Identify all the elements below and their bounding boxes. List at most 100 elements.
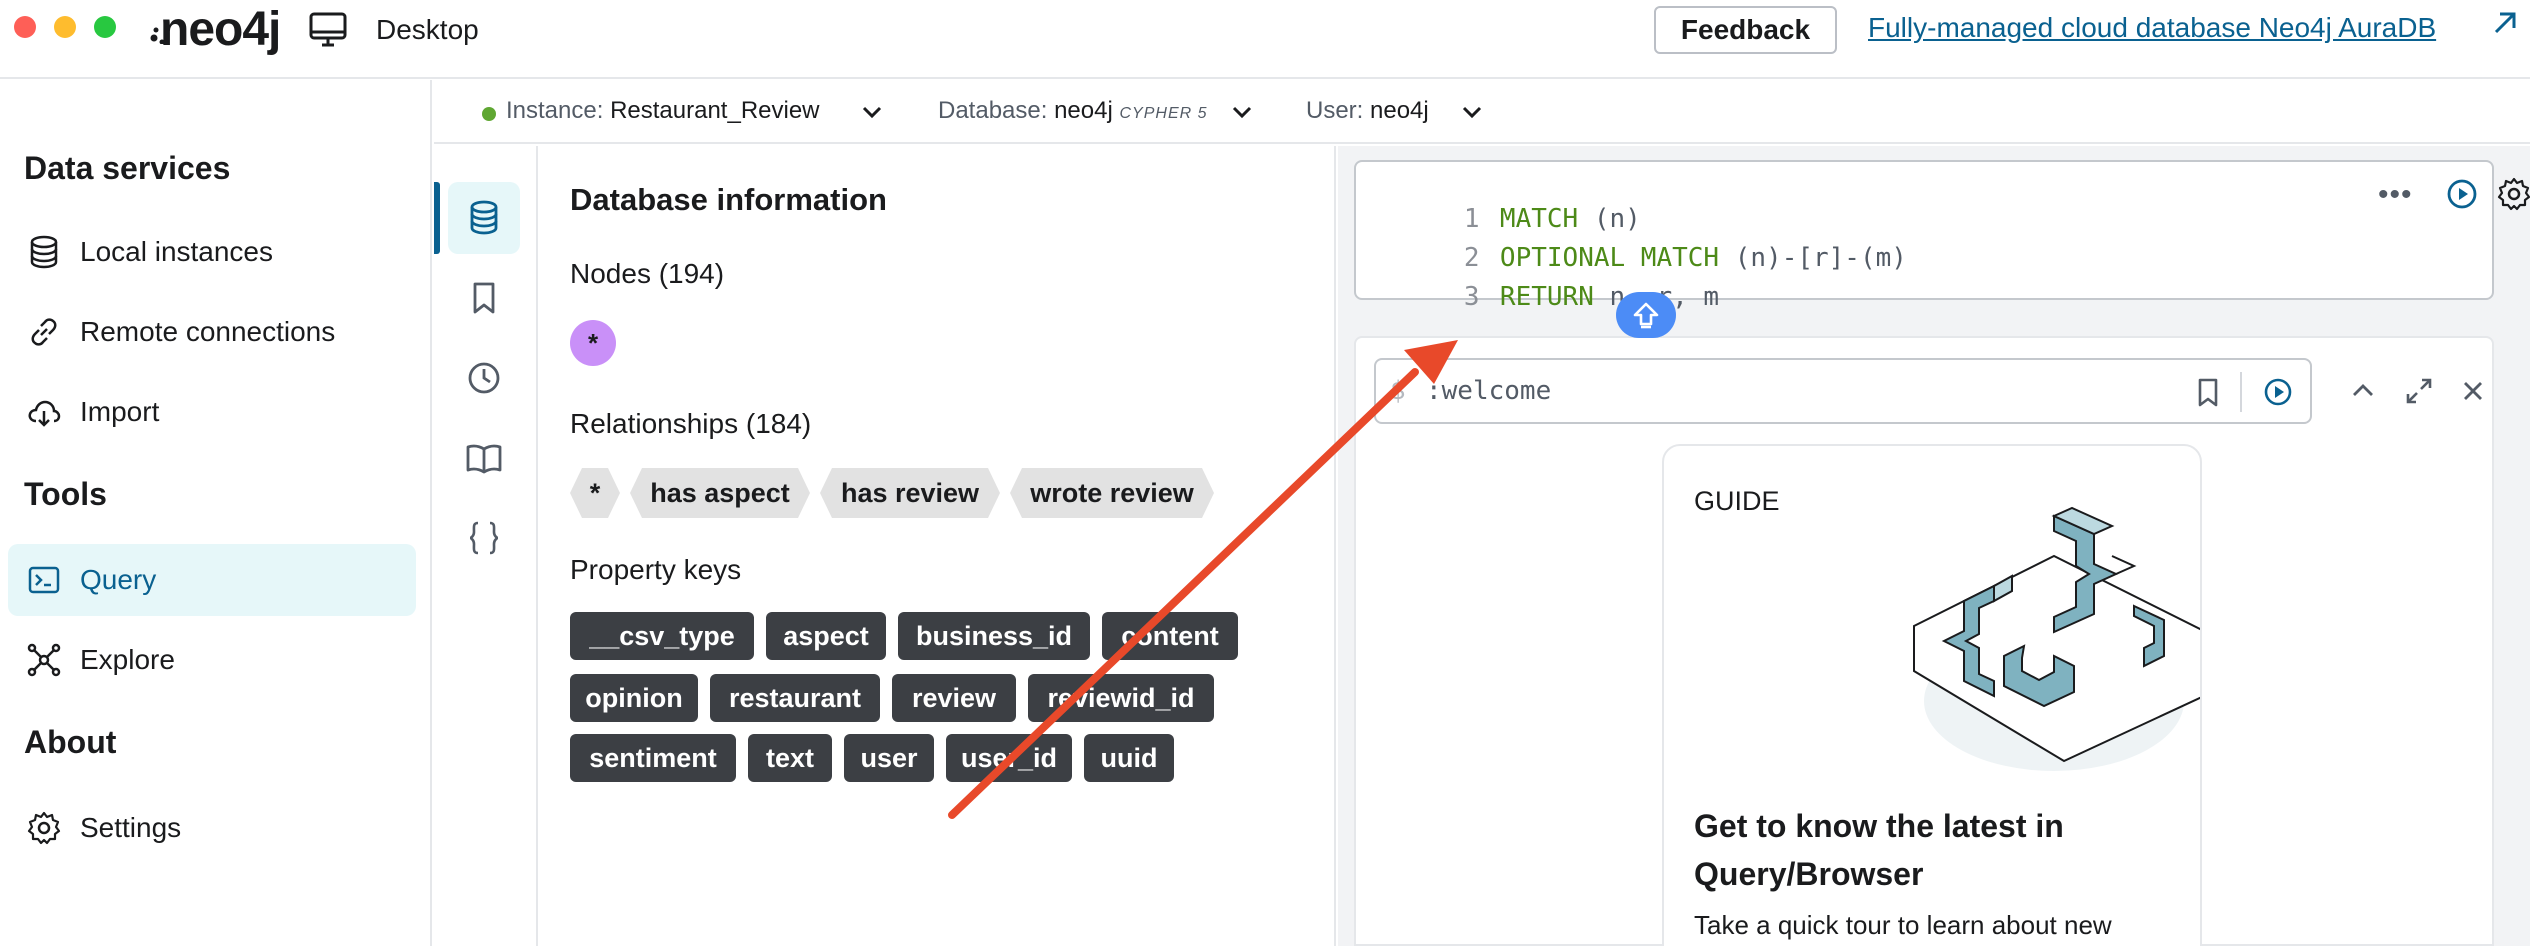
chevron-up-icon[interactable] [2346,374,2380,408]
editor-settings-icon[interactable] [2496,176,2530,212]
instance-selector[interactable]: Instance: Restaurant_Review [506,97,820,125]
user-selector[interactable]: User: neo4j [1306,97,1429,125]
terminal-icon [28,566,60,594]
sidebar-item-label: Local instances [80,236,274,267]
database-icon [470,200,498,235]
database-selector[interactable]: Database: neo4j CYPHER 5 [938,97,1208,125]
query-side-rail [434,146,538,946]
property-key-chip[interactable]: opinion [570,674,698,722]
relationship-chip[interactable]: has aspect [630,468,810,518]
desktop-monitor-icon [309,12,347,47]
guide-card[interactable]: GUIDE Get to know the latest in Query/Br… [1662,444,2202,946]
property-key-chip[interactable]: __csv_type [570,612,754,660]
external-link-icon[interactable] [2490,8,2520,38]
cypher-version-badge: CYPHER 5 [1119,105,1208,122]
sidebar-item-label: Remote connections [80,316,336,347]
guide-body: Take a quick tour to learn about new [1694,910,2112,940]
rail-saved-cypher-button[interactable] [448,262,520,334]
user-label: User: [1306,97,1364,124]
rail-history-button[interactable] [448,342,520,414]
rerun-query-icon[interactable] [2260,374,2296,410]
close-icon[interactable] [2456,374,2490,408]
sidebar-item-explore[interactable]: Explore [8,624,416,696]
instance-value: Restaurant_Review [610,97,820,124]
relationships-heading: Relationships (184) [570,408,812,439]
database-information-panel: Database information Nodes (194) * Relat… [540,146,1336,946]
property-key-chip[interactable]: content [1102,612,1238,660]
cypher-text: (n)-[r]-(m) [1719,243,1907,273]
database-label: Database: [938,97,1048,124]
feedback-button[interactable]: Feedback [1654,6,1837,54]
fullscreen-icon[interactable] [2402,374,2436,408]
curly-braces-icon [469,521,499,555]
rail-guides-button[interactable] [448,422,520,494]
rail-database-info-button[interactable] [448,182,520,254]
bookmark-icon[interactable] [2190,374,2226,410]
sidebar-item-label: Settings [80,812,182,843]
relationship-chip[interactable]: wrote review [1010,468,1214,518]
sidebar-item-settings[interactable]: Settings [8,792,416,864]
section-title-about: About [24,724,117,760]
link-icon [31,318,57,346]
active-indicator [434,182,440,254]
relationship-chip[interactable]: has review [820,468,1000,518]
chevron-down-icon[interactable] [1228,100,1256,124]
title-bar: neo4j Desktop Feedback Fully-managed clo… [0,0,2530,79]
section-title-data-services: Data services [24,150,231,186]
property-key-chip[interactable]: text [748,734,832,782]
property-key-chip[interactable]: reviewid_id [1028,674,1214,722]
command-prefix: $ [1390,376,1406,406]
section-title-tools: Tools [24,476,107,512]
line-number: 3 [1463,282,1480,312]
cypher-editor[interactable]: 1 MATCH (n) 2 OPTIONAL MATCH (n)-[r]-(m) 3… [1354,160,2494,312]
property-key-chip[interactable]: restaurant [710,674,880,722]
run-query-icon[interactable] [2444,176,2480,212]
database-value: neo4j [1054,97,1113,124]
instance-label: Instance: [506,97,604,124]
more-options-button[interactable]: ••• [2378,178,2413,212]
graph-icon [27,643,61,677]
property-key-chip[interactable]: user_id [946,734,1072,782]
sidebar-item-local-instances[interactable]: Local instances [8,216,416,288]
collapse-editor-button[interactable] [1616,292,1676,338]
sidebar-item-query[interactable]: Query [8,544,416,616]
app-label: Desktop [376,14,479,45]
auradb-link[interactable]: Fully-managed cloud database Neo4j AuraD… [1868,12,2436,44]
guide-tag: GUIDE [1694,486,1780,516]
frame-command-input[interactable]: $ :welcome [1374,358,2312,424]
rail-cypher-reference-button[interactable] [448,502,520,574]
property-key-chip[interactable]: sentiment [570,734,736,782]
cypher-keyword: RETURN [1499,282,1594,312]
property-key-chip[interactable]: review [892,674,1016,722]
property-key-chip[interactable]: business_id [898,612,1090,660]
panel-title: Database information [570,182,887,217]
chevron-down-icon[interactable] [1458,100,1486,124]
sidebar-item-remote-connections[interactable]: Remote connections [8,296,416,368]
property-keys-heading: Property keys [570,554,742,585]
sidebar-item-label: Import [80,396,160,427]
property-key-chip[interactable]: aspect [766,612,886,660]
sidebar-item-import[interactable]: Import [8,376,416,448]
bookmark-icon [473,282,495,314]
guide-title: Get to know the latest in Query/Browser [1694,808,2064,892]
command-text: :welcome [1426,376,1552,406]
result-frame: $ :welcome GUIDE Get to know the latest … [1354,336,2494,946]
gear-icon [27,811,61,845]
sidebar: Data services Local instances Remote con… [0,80,432,946]
arrow-up-outline-icon [1633,302,1659,329]
minimize-window-button[interactable] [54,16,76,38]
nodes-heading: Nodes (194) [570,258,725,289]
chevron-down-icon[interactable] [858,100,886,124]
relationship-chip[interactable]: * [570,468,620,518]
zoom-window-button[interactable] [94,16,116,38]
close-window-button[interactable] [14,16,36,38]
query-workspace: 1 MATCH (n) 2 OPTIONAL MATCH (n)-[r]-(m) 3… [1338,146,2530,946]
property-key-chip[interactable]: uuid [1084,734,1174,782]
database-icon [30,235,58,269]
node-label-chip[interactable]: * [570,320,616,366]
property-key-chip[interactable]: user [844,734,934,782]
sidebar-item-label: Explore [80,644,175,675]
cloud-download-icon [28,400,61,427]
instance-status-indicator [482,107,496,121]
curly-braces-illustration-icon [1913,506,2200,771]
